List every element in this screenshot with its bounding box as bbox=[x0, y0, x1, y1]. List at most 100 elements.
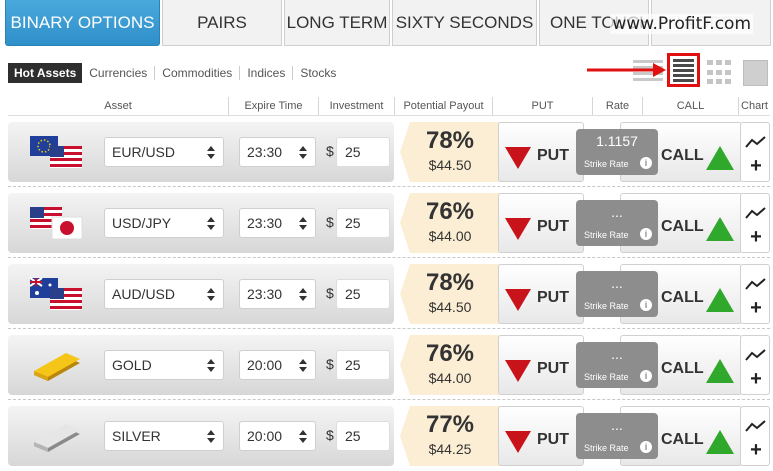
strike-rate-box: ... Strike Rate i bbox=[576, 271, 658, 317]
call-label: CALL bbox=[661, 218, 704, 235]
tab-sixty-seconds[interactable]: SIXTY SECONDS bbox=[392, 0, 537, 46]
chart-trend-icon bbox=[745, 349, 766, 361]
add-icon: + bbox=[750, 155, 762, 177]
asset-select[interactable]: AUD/USD bbox=[104, 279, 224, 309]
filter-commodities[interactable]: Commodities bbox=[154, 66, 239, 80]
info-icon[interactable]: i bbox=[640, 370, 652, 382]
col-header-investment: Investment bbox=[318, 97, 394, 115]
potential-payout: 77% $44.25 bbox=[400, 406, 500, 466]
payout-amount: $44.00 bbox=[428, 228, 472, 244]
select-caret-icon bbox=[299, 359, 307, 372]
asset-select[interactable]: SILVER bbox=[104, 421, 224, 451]
expire-time-select[interactable]: 23:30 bbox=[239, 137, 316, 167]
tab-pairs[interactable]: PAIRS bbox=[162, 0, 282, 46]
call-arrow-icon bbox=[706, 288, 734, 312]
payout-amount: $44.50 bbox=[428, 157, 472, 173]
gold-bar-icon bbox=[34, 353, 80, 381]
strike-rate-box: ... Strike Rate i bbox=[576, 200, 658, 246]
payout-percent: 78% bbox=[425, 269, 475, 296]
expire-time-select[interactable]: 23:30 bbox=[239, 279, 316, 309]
asset-name: GOLD bbox=[112, 357, 152, 373]
chart-button[interactable]: + bbox=[740, 193, 770, 253]
call-arrow-icon bbox=[706, 430, 734, 454]
info-icon[interactable]: i bbox=[640, 157, 652, 169]
asset-panel: GOLD 20:00 $ 25 bbox=[8, 335, 394, 395]
call-arrow-icon bbox=[706, 146, 734, 170]
col-header-call: CALL bbox=[642, 97, 738, 115]
expire-time-value: 20:00 bbox=[247, 357, 283, 373]
payout-percent: 76% bbox=[425, 340, 475, 367]
expire-time-select[interactable]: 20:00 bbox=[239, 421, 316, 451]
expire-time-value: 23:30 bbox=[247, 144, 283, 160]
potential-payout: 78% $44.50 bbox=[400, 122, 500, 182]
filter-stocks[interactable]: Stocks bbox=[292, 66, 343, 80]
put-button[interactable]: PUT bbox=[498, 335, 584, 395]
investment-input[interactable]: 25 bbox=[336, 279, 390, 309]
asset-name: AUD/USD bbox=[112, 286, 176, 302]
add-icon: + bbox=[750, 368, 762, 390]
asset-row: USD/JPY 23:30 $ 25 76% $44.00 PUT CALL .… bbox=[8, 193, 770, 253]
select-caret-icon bbox=[207, 146, 215, 159]
tab-binary-options[interactable]: BINARY OPTIONS bbox=[5, 0, 160, 46]
expire-time-value: 23:30 bbox=[247, 286, 283, 302]
put-label: PUT bbox=[537, 289, 569, 306]
chart-button[interactable]: + bbox=[740, 406, 770, 466]
call-arrow-icon bbox=[706, 217, 734, 241]
currency-symbol: $ bbox=[326, 214, 334, 230]
filter-currencies[interactable]: Currencies bbox=[82, 66, 154, 80]
strike-rate-label: Strike Rate bbox=[584, 159, 629, 169]
info-icon[interactable]: i bbox=[640, 299, 652, 311]
watermark: www.ProfitF.com bbox=[610, 14, 753, 34]
single-view-icon[interactable] bbox=[743, 60, 768, 86]
select-caret-icon bbox=[299, 288, 307, 301]
potential-payout: 76% $44.00 bbox=[400, 335, 500, 395]
put-arrow-icon bbox=[505, 360, 531, 382]
add-icon: + bbox=[750, 226, 762, 248]
filter-hot-assets[interactable]: Hot Assets bbox=[8, 63, 83, 83]
investment-input[interactable]: 25 bbox=[336, 208, 390, 238]
investment-input[interactable]: 25 bbox=[336, 421, 390, 451]
asset-select[interactable]: EUR/USD bbox=[104, 137, 224, 167]
chart-button[interactable]: + bbox=[740, 335, 770, 395]
investment-input[interactable]: 25 bbox=[336, 350, 390, 380]
select-caret-icon bbox=[207, 359, 215, 372]
tab-long-term[interactable]: LONG TERM bbox=[284, 0, 390, 46]
potential-payout: 78% $44.50 bbox=[400, 264, 500, 324]
asset-row: GOLD 20:00 $ 25 76% $44.00 PUT CALL ... … bbox=[8, 335, 770, 395]
chart-trend-icon bbox=[745, 420, 766, 432]
asset-select[interactable]: GOLD bbox=[104, 350, 224, 380]
call-label: CALL bbox=[661, 289, 704, 306]
payout-amount: $44.00 bbox=[428, 370, 472, 386]
grid-view-icon[interactable] bbox=[707, 60, 735, 86]
put-arrow-icon bbox=[505, 431, 531, 453]
filter-indices[interactable]: Indices bbox=[239, 66, 292, 80]
select-caret-icon bbox=[207, 430, 215, 443]
expire-time-select[interactable]: 23:30 bbox=[239, 208, 316, 238]
put-label: PUT bbox=[537, 147, 569, 164]
chart-trend-icon bbox=[745, 207, 766, 219]
strike-rate-value: 1.1157 bbox=[596, 133, 638, 149]
red-arrow-annotation-icon bbox=[587, 63, 666, 77]
info-icon[interactable]: i bbox=[640, 441, 652, 453]
put-button[interactable]: PUT bbox=[498, 122, 584, 182]
strike-rate-value: ... bbox=[611, 346, 623, 362]
investment-input[interactable]: 25 bbox=[336, 137, 390, 167]
expire-time-select[interactable]: 20:00 bbox=[239, 350, 316, 380]
asset-select[interactable]: USD/JPY bbox=[104, 208, 224, 238]
call-arrow-icon bbox=[706, 359, 734, 383]
eu-us-flags-icon bbox=[30, 136, 82, 168]
payout-amount: $44.50 bbox=[428, 299, 472, 315]
payout-percent: 78% bbox=[425, 127, 475, 154]
asset-row: EUR/USD 23:30 $ 25 78% $44.50 PUT CALL 1… bbox=[8, 122, 770, 182]
list-view-icon[interactable] bbox=[667, 53, 700, 87]
chart-button[interactable]: + bbox=[740, 264, 770, 324]
put-button[interactable]: PUT bbox=[498, 406, 584, 466]
put-arrow-icon bbox=[505, 218, 531, 240]
col-header-rate: Rate bbox=[592, 97, 642, 115]
strike-rate-label: Strike Rate bbox=[584, 230, 629, 240]
chart-button[interactable]: + bbox=[740, 122, 770, 182]
info-icon[interactable]: i bbox=[640, 228, 652, 240]
asset-name: SILVER bbox=[112, 428, 161, 444]
put-button[interactable]: PUT bbox=[498, 193, 584, 253]
put-button[interactable]: PUT bbox=[498, 264, 584, 324]
